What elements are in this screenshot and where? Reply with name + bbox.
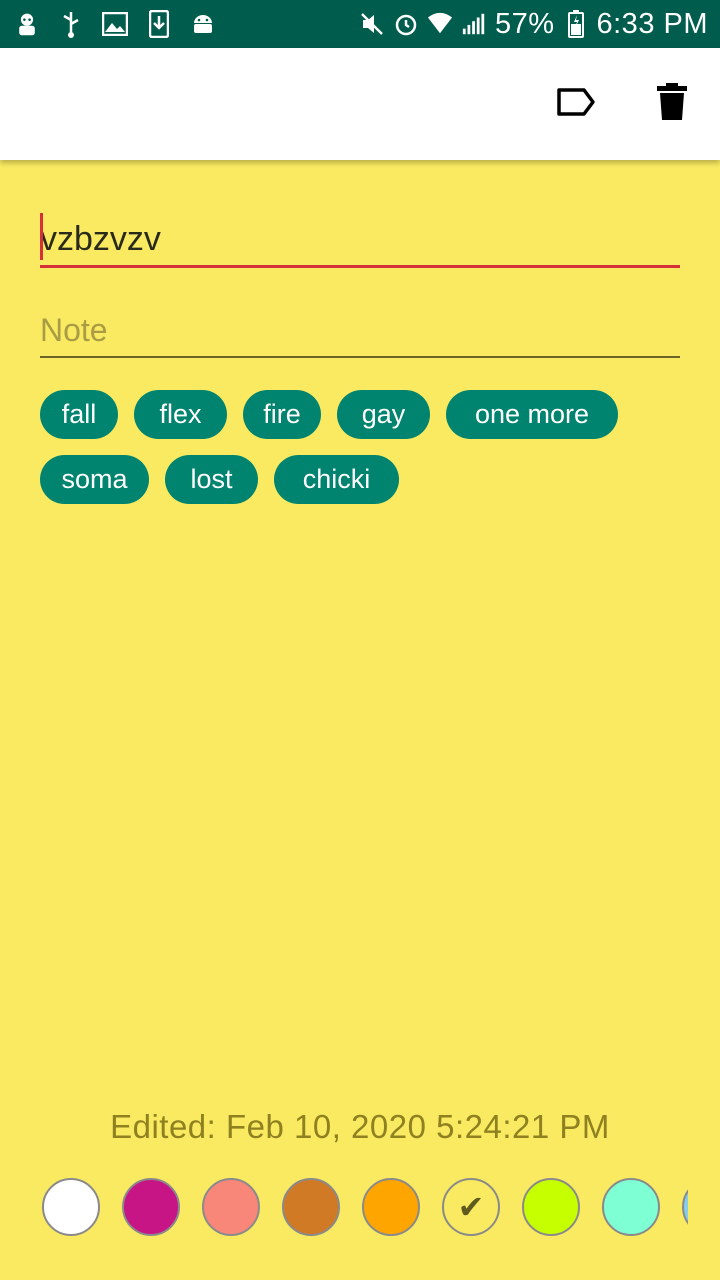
tag-chip[interactable]: chicki <box>274 455 399 504</box>
wifi-icon <box>427 11 453 37</box>
label-icon <box>556 87 596 122</box>
note-placeholder: Note <box>40 312 108 348</box>
status-right: 57% 6:33 PM <box>359 0 708 48</box>
mute-icon <box>359 11 385 37</box>
chef-icon <box>14 11 40 37</box>
tag-chip[interactable]: one more <box>446 390 618 439</box>
edited-timestamp: Edited: Feb 10, 2020 5:24:21 PM <box>110 1108 610 1145</box>
color-swatch[interactable] <box>122 1178 180 1236</box>
color-swatch[interactable] <box>602 1178 660 1236</box>
status-left-icons <box>0 10 216 38</box>
clock: 6:33 PM <box>596 7 708 40</box>
alarm-icon <box>393 11 419 37</box>
tag-chip[interactable]: lost <box>165 455 258 504</box>
tag-chip[interactable]: gay <box>337 390 430 439</box>
color-swatch[interactable] <box>362 1178 420 1236</box>
app-bar <box>0 48 720 160</box>
status-bar: 57% 6:33 PM <box>0 0 720 48</box>
title-text: vzbzvzv <box>40 220 161 258</box>
tag-chip[interactable]: soma <box>40 455 149 504</box>
color-swatch[interactable] <box>682 1178 688 1236</box>
usb-icon <box>58 11 84 38</box>
text-cursor <box>40 213 43 260</box>
label-button[interactable] <box>555 84 597 124</box>
android-icon <box>190 11 216 37</box>
color-swatch-selected[interactable]: ✔ <box>442 1178 500 1236</box>
color-swatch[interactable] <box>522 1178 580 1236</box>
tag-chip[interactable]: fire <box>243 390 321 439</box>
color-swatch[interactable] <box>42 1178 100 1236</box>
tag-chip[interactable]: fall <box>40 390 118 439</box>
delete-button[interactable] <box>651 82 693 126</box>
check-icon: ✔ <box>457 1188 485 1226</box>
battery-percent: 57% <box>494 7 555 40</box>
color-swatch[interactable] <box>282 1178 340 1236</box>
delete-icon <box>657 82 687 126</box>
color-swatch[interactable] <box>202 1178 260 1236</box>
image-icon <box>102 11 128 37</box>
battery-icon <box>563 10 589 38</box>
download-icon <box>146 10 172 38</box>
color-picker: ✔ <box>0 1176 688 1240</box>
title-input[interactable]: vzbzvzv <box>40 210 680 268</box>
signal-icon <box>461 11 487 37</box>
note-input[interactable]: Note <box>40 306 680 358</box>
tag-chip[interactable]: flex <box>134 390 227 439</box>
